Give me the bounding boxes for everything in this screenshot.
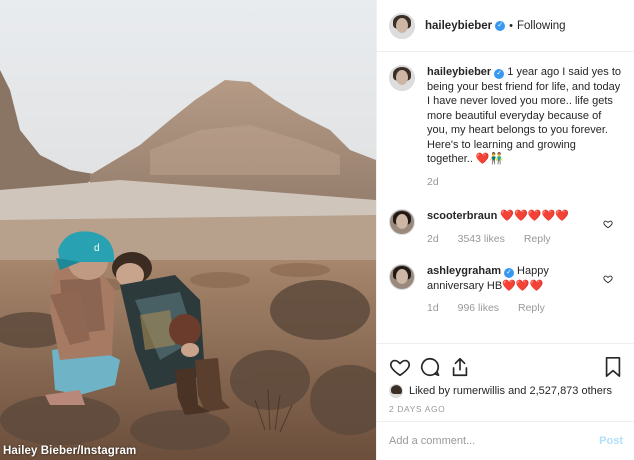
photo-credit: Hailey Bieber/Instagram <box>3 445 137 457</box>
caption-username[interactable]: haileybieber <box>427 66 491 78</box>
comment-age[interactable]: 1d <box>427 302 439 314</box>
liked-by-others[interactable]: 2,527,873 others <box>529 385 612 397</box>
liked-by-and: and <box>508 385 527 397</box>
comment-likes[interactable]: 996 likes <box>458 302 499 314</box>
add-comment-bar: Post <box>377 421 634 460</box>
add-comment-input[interactable] <box>389 435 579 447</box>
comment-likes[interactable]: 3543 likes <box>458 233 505 245</box>
like-comment-heart-icon[interactable] <box>603 219 613 229</box>
share-upload-icon[interactable] <box>449 356 471 378</box>
comment-username[interactable]: ashleygraham <box>427 265 501 277</box>
reply-button[interactable]: Reply <box>524 233 551 245</box>
reply-button[interactable]: Reply <box>518 302 545 314</box>
avatar[interactable] <box>389 65 415 91</box>
caption-age[interactable]: 2d <box>427 176 439 188</box>
post-actions: Liked by rumerwillis and 2,527,873 other… <box>377 343 634 414</box>
comment-age[interactable]: 2d <box>427 233 439 245</box>
following-button[interactable]: Following <box>517 20 566 32</box>
header-username[interactable]: haileybieber <box>425 20 492 32</box>
cap-logo: d <box>94 243 100 254</box>
verified-badge-icon: ✓ <box>503 268 514 278</box>
like-comment-heart-icon[interactable] <box>603 274 613 284</box>
post-side-panel: haileybieber ✓ • Following haileybieber ✓… <box>376 0 634 460</box>
post-comment-button[interactable]: Post <box>599 435 623 447</box>
likes-summary: Liked by rumerwillis and 2,527,873 other… <box>389 384 623 398</box>
comment-text: ❤️❤️❤️❤️❤️ <box>500 210 569 222</box>
liked-by-prefix: Liked by <box>409 385 450 397</box>
liked-by-user[interactable]: rumerwillis <box>453 385 505 397</box>
caption: haileybieber ✓ 1 year ago I said yes to b… <box>389 65 623 189</box>
desert-couple-image: d <box>0 0 376 460</box>
separator: • <box>509 19 513 32</box>
avatar[interactable] <box>389 209 415 235</box>
avatar[interactable] <box>389 264 415 290</box>
verified-badge-icon: ✓ <box>494 69 505 79</box>
caption-text: 1 year ago I said yes to being your best… <box>427 66 621 165</box>
comment-item: scooterbraun ❤️❤️❤️❤️❤️ 2d 3543 likes Re… <box>389 209 623 246</box>
comment-item: ashleygraham ✓ Happy anniversary HB❤️❤️❤️… <box>389 264 623 316</box>
post-header: haileybieber ✓ • Following <box>377 0 634 52</box>
comment-bubble-icon[interactable] <box>419 356 441 378</box>
post-photo[interactable]: d Hailey Bieber/Instagram <box>0 0 376 460</box>
bookmark-icon[interactable] <box>603 356 623 378</box>
post-date[interactable]: 2 DAYS AGO <box>389 404 623 414</box>
comments-list[interactable]: haileybieber ✓ 1 year ago I said yes to b… <box>377 53 634 343</box>
verified-badge-icon: ✓ <box>495 20 506 31</box>
comment-username[interactable]: scooterbraun <box>427 210 497 222</box>
avatar[interactable] <box>389 12 415 39</box>
liker-avatar[interactable] <box>389 384 403 398</box>
like-heart-icon[interactable] <box>389 356 411 378</box>
